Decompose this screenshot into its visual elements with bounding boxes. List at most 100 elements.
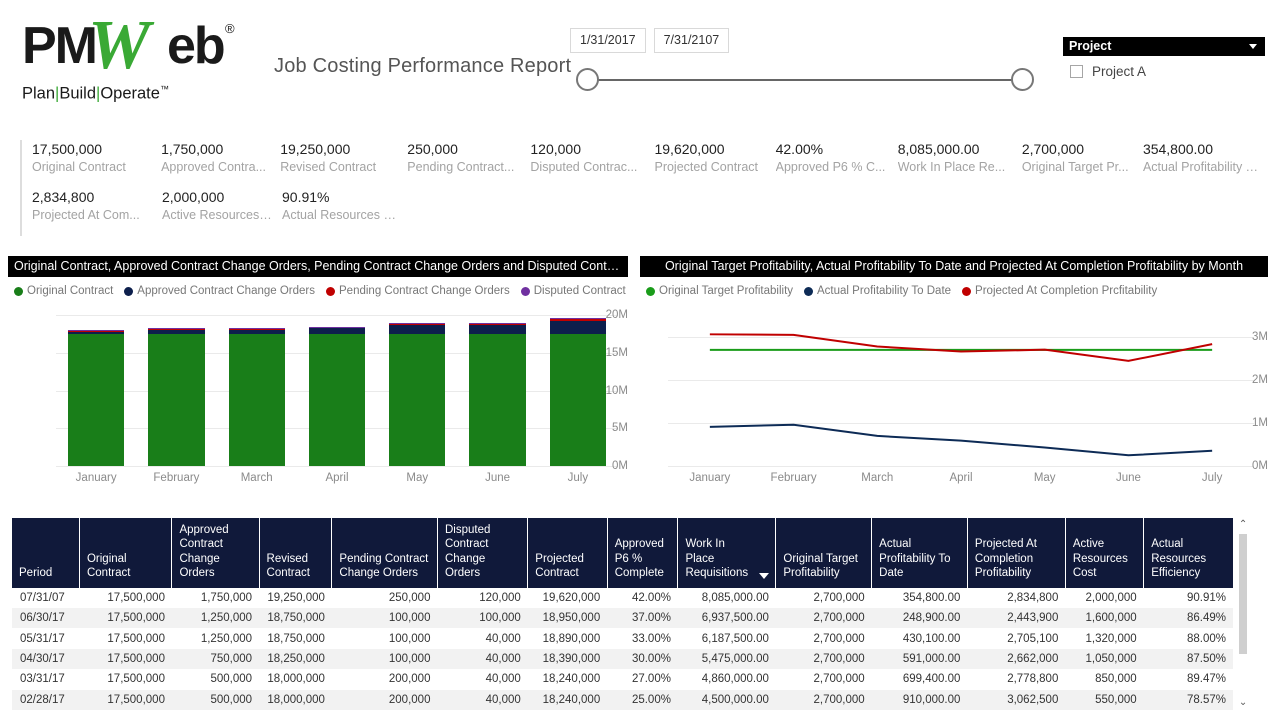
bar-segment[interactable] (68, 332, 124, 334)
logo-pm-text: PM (22, 20, 96, 72)
kpi-label: Original Target Pr... (1022, 159, 1133, 177)
table-row[interactable]: 05/31/1717,500,0001,250,00018,750,000100… (12, 628, 1233, 648)
kpi-card: 8,085,000.00Work In Place Re... (888, 140, 1012, 188)
table-row[interactable]: 03/31/1717,500,000500,00018,000,000200,0… (12, 669, 1233, 689)
table-vertical-scrollbar[interactable]: ⌃ ⌄ (1235, 518, 1250, 710)
kpi-card: 2,834,800Projected At Com... (22, 188, 152, 236)
table-cell: 200,000 (332, 690, 438, 710)
kpi-label: Disputed Contrac... (530, 159, 644, 177)
table-column-header[interactable]: Original Target Profitability (776, 518, 872, 588)
table-body: 07/31/0717,500,0001,750,00019,250,000250… (12, 588, 1233, 711)
kpi-label: Pending Contract... (407, 159, 520, 177)
scrollbar-thumb[interactable] (1239, 534, 1247, 654)
table-cell: 42.00% (607, 588, 678, 608)
table-column-header[interactable]: Revised Contract (259, 518, 332, 588)
bar-segment[interactable] (309, 334, 365, 466)
logo-tagline: Plan|Build|Operate™ (22, 84, 252, 104)
table-column-header[interactable]: Work In Place Requisitions (678, 518, 776, 588)
table-cell: 250,000 (332, 588, 438, 608)
table-column-header[interactable]: Active Resources Cost (1065, 518, 1143, 588)
bar-segment[interactable] (550, 319, 606, 321)
bar-segment[interactable] (550, 321, 606, 334)
project-option-project-a[interactable]: Project A (1063, 64, 1265, 79)
bar-segment[interactable] (68, 334, 124, 466)
table-column-header[interactable]: Approved Contract Change Orders (172, 518, 259, 588)
legend-color-dot-icon (326, 287, 335, 296)
kpi-value: 2,834,800 (32, 188, 152, 207)
kpi-value: 90.91% (282, 188, 400, 207)
legend-item[interactable]: Original Contract (14, 285, 113, 297)
sort-descending-icon[interactable] (759, 573, 769, 579)
slider-handle-end[interactable] (1011, 68, 1034, 91)
bar-segment[interactable] (469, 324, 525, 333)
date-range-slider[interactable] (570, 67, 1040, 93)
bar-segment[interactable] (148, 334, 204, 466)
table-column-header[interactable]: Actual Resources Efficiency (1144, 518, 1233, 588)
kpi-label: Actual Profitability To... (1143, 159, 1261, 177)
kpi-label: Projected At Com... (32, 207, 150, 225)
table-cell: 2,705,100 (967, 628, 1065, 648)
bar-segment[interactable] (550, 334, 606, 466)
table-row[interactable]: 02/28/1717,500,000500,00018,000,000200,0… (12, 690, 1233, 710)
table-row[interactable]: 06/30/1717,500,0001,250,00018,750,000100… (12, 608, 1233, 628)
line-series[interactable] (710, 425, 1212, 456)
end-date-input[interactable]: 7/31/2107 (654, 28, 730, 53)
scroll-up-icon[interactable]: ⌃ (1238, 520, 1248, 530)
project-slicer[interactable]: Project Project A (1063, 37, 1265, 79)
bar-segment[interactable] (229, 328, 285, 329)
table-cell: 18,240,000 (528, 669, 607, 689)
legend-item[interactable]: Original Target Profitability (646, 285, 793, 297)
bar-segment[interactable] (309, 328, 365, 334)
tagline-operate: Operate (100, 85, 160, 103)
table-cell: 699,400.00 (872, 669, 968, 689)
table-cell: 88.00% (1144, 628, 1233, 648)
table-column-header[interactable]: Disputed Contract Change Orders (437, 518, 527, 588)
legend-item[interactable]: Pending Contract Change Orders (326, 285, 510, 297)
bar-segment[interactable] (389, 324, 445, 333)
project-slicer-title: Project (1069, 39, 1111, 53)
line-series[interactable] (710, 334, 1212, 361)
bar-segment[interactable] (469, 323, 525, 324)
bar-segment[interactable] (469, 334, 525, 466)
bar-segment[interactable] (229, 330, 285, 334)
table-column-header[interactable]: Approved P6 % Complete (607, 518, 678, 588)
date-range-slicer[interactable]: 1/31/2017 7/31/2107 (570, 28, 1040, 93)
table-column-header[interactable]: Period (12, 518, 79, 588)
bar-segment[interactable] (389, 334, 445, 466)
column-header-label: Approved P6 % Complete (615, 537, 672, 580)
legend-item[interactable]: Projected At Completion Prcfitability (962, 285, 1157, 297)
chevron-down-icon[interactable] (1249, 44, 1257, 49)
bar-segment[interactable] (229, 334, 285, 466)
bar-segment[interactable] (68, 330, 124, 331)
x-axis-tick-label: January (76, 472, 117, 484)
table-cell: 19,250,000 (259, 588, 332, 608)
table-cell: 550,000 (1065, 690, 1143, 710)
start-date-input[interactable]: 1/31/2017 (570, 28, 646, 53)
table-cell: 07/31/07 (12, 588, 79, 608)
legend-item[interactable]: Approved Contract Change Orders (124, 285, 315, 297)
kpi-card: 2,000,000Active Resources ... (152, 188, 272, 236)
legend-color-dot-icon (804, 287, 813, 296)
table-column-header[interactable]: Original Contract (79, 518, 172, 588)
bar-segment[interactable] (148, 328, 204, 329)
checkbox-icon[interactable] (1070, 65, 1083, 78)
table-row[interactable]: 04/30/1717,500,000750,00018,250,000100,0… (12, 649, 1233, 669)
slider-handle-start[interactable] (576, 68, 599, 91)
table-row[interactable]: 07/31/0717,500,0001,750,00019,250,000250… (12, 588, 1233, 608)
table-column-header[interactable]: Projected At Completion Profitability (967, 518, 1065, 588)
legend-item[interactable]: Actual Profitability To Date (804, 285, 951, 297)
bar-segment[interactable] (550, 318, 606, 319)
table-cell: 19,620,000 (528, 588, 607, 608)
table-column-header[interactable]: Actual Profitability To Date (872, 518, 968, 588)
legend-item[interactable]: Disputed Contract Change O... (521, 285, 628, 297)
table-cell: 2,662,000 (967, 649, 1065, 669)
bar-segment[interactable] (309, 327, 365, 328)
scroll-down-icon[interactable]: ⌄ (1238, 698, 1248, 708)
bar-segment[interactable] (389, 323, 445, 324)
project-slicer-header[interactable]: Project (1063, 37, 1265, 56)
profitability-chart-title: Original Target Profitability, Actual Pr… (640, 256, 1268, 277)
legend-color-dot-icon (124, 287, 133, 296)
table-column-header[interactable]: Pending Contract Change Orders (332, 518, 438, 588)
bar-segment[interactable] (148, 330, 204, 334)
table-column-header[interactable]: Projected Contract (528, 518, 607, 588)
